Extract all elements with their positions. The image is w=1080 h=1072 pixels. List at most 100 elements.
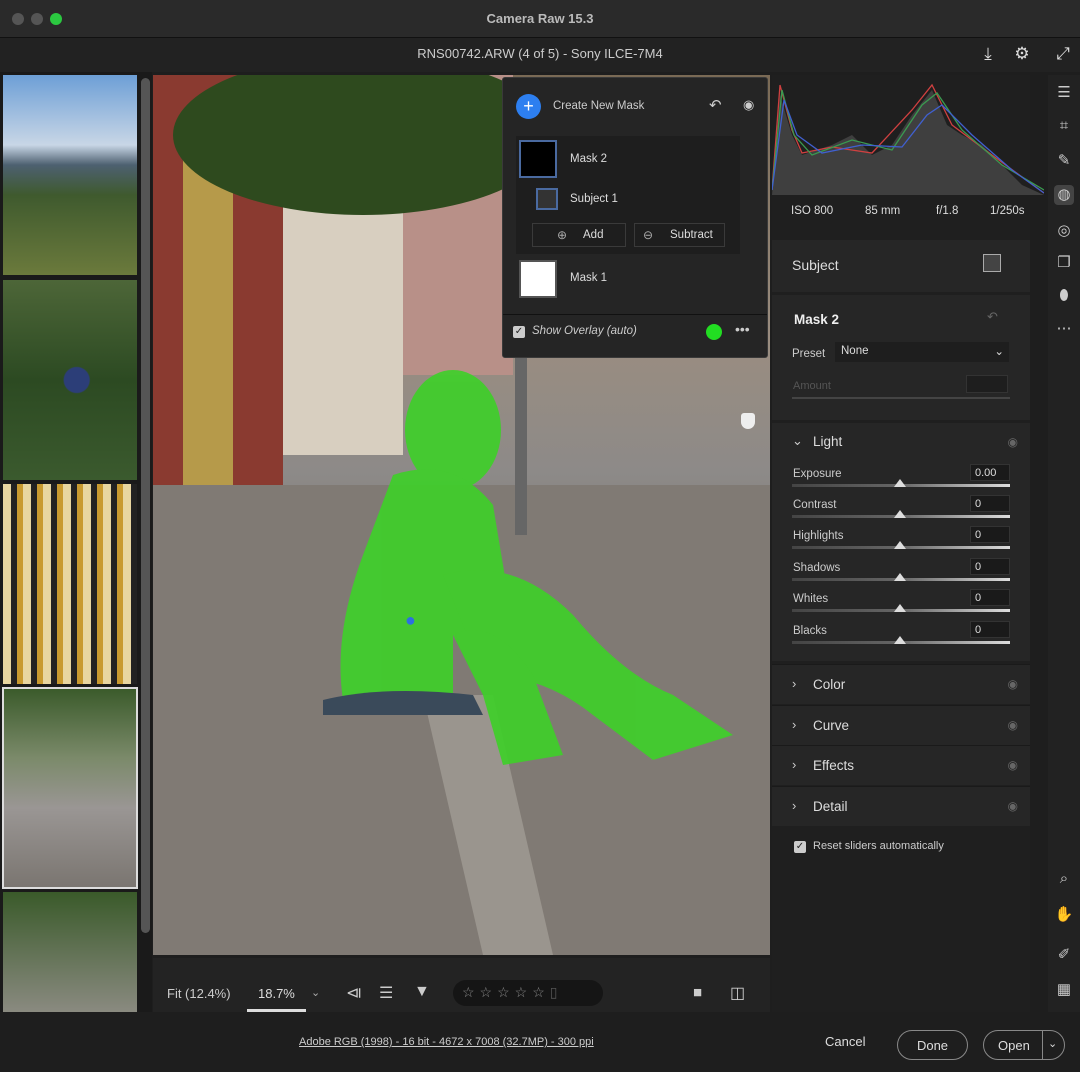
chevron-down-icon[interactable]: ⌄ xyxy=(792,433,803,449)
hand-icon[interactable]: ✋ xyxy=(1054,905,1074,925)
single-view-icon[interactable]: ■ xyxy=(693,984,702,1001)
filmstrip-thumb-1[interactable] xyxy=(3,75,137,275)
amount-slider xyxy=(792,397,1010,399)
curve-section[interactable]: › Curve ◉ xyxy=(772,705,1030,745)
preset-select[interactable]: None ⌄ xyxy=(835,342,1009,362)
slider-knob[interactable] xyxy=(894,479,906,487)
exif-shutter: 1/250s xyxy=(990,205,1025,217)
slider-value[interactable]: 0 xyxy=(970,495,1010,512)
star-rating[interactable]: ☆☆☆☆☆▯ xyxy=(453,980,603,1006)
zoom-level[interactable]: 18.7% xyxy=(258,986,295,1001)
filmstrip-thumb-2[interactable] xyxy=(3,280,137,480)
eye-icon[interactable]: ◉ xyxy=(1008,718,1018,732)
masks-panel: + Create New Mask ↶ ◉ Mask 2 Subject 1 ⊕… xyxy=(502,77,768,358)
reset-sliders-label: Reset sliders automatically xyxy=(813,840,944,852)
healing-icon[interactable]: ✎ xyxy=(1054,151,1074,171)
color-section[interactable]: › Color ◉ xyxy=(772,664,1030,704)
light-title[interactable]: Light xyxy=(813,434,842,449)
mask-2-group[interactable]: Mask 2 Subject 1 ⊕ Add ⊖ Subtract xyxy=(516,136,740,254)
mask-pin-icon[interactable] xyxy=(741,413,755,429)
subtract-button[interactable]: ⊖ Subtract xyxy=(634,223,725,247)
crop-icon[interactable]: ⌗ xyxy=(1054,117,1074,137)
slider-label: Whites xyxy=(793,593,829,605)
eye-icon[interactable]: ◉ xyxy=(743,97,754,113)
filmstrip-thumb-3[interactable] xyxy=(3,484,137,684)
eye-icon[interactable]: ◉ xyxy=(1008,435,1018,449)
open-dropdown-icon[interactable]: ⌄ xyxy=(1042,1031,1057,1059)
reset-mask-icon[interactable]: ↶ xyxy=(709,96,722,114)
masking-icon[interactable]: ◍ xyxy=(1054,185,1074,205)
filter-icon[interactable]: ▼ xyxy=(414,983,430,1001)
done-button[interactable]: Done xyxy=(897,1030,968,1060)
filmstrip-thumb-5[interactable] xyxy=(3,892,137,1012)
zoom-icon[interactable]: ⌕ xyxy=(1054,870,1074,890)
preset-label: Preset xyxy=(792,348,826,360)
create-new-mask-label[interactable]: Create New Mask xyxy=(553,100,644,112)
slider-knob[interactable] xyxy=(894,510,906,518)
highlights-slider[interactable]: Highlights 0 xyxy=(792,526,1010,561)
grid-icon[interactable]: ▦ xyxy=(1054,980,1074,1000)
sort-icon[interactable]: ☰ xyxy=(379,983,393,1003)
filmstrip-scrollbar[interactable] xyxy=(141,78,150,933)
whites-slider[interactable]: Whites 0 xyxy=(792,589,1010,624)
red-eye-icon[interactable]: ◎ xyxy=(1054,221,1074,241)
exif-aperture: f/1.8 xyxy=(936,205,959,217)
slider-value[interactable]: 0 xyxy=(970,526,1010,543)
open-label: Open xyxy=(998,1038,1030,1053)
add-label: Add xyxy=(583,229,604,241)
filmstrip-toggle-icon[interactable]: ⧏ xyxy=(346,983,362,1003)
reset-sliders-checkbox[interactable]: ✓ xyxy=(794,841,806,853)
subtract-label: Subtract xyxy=(670,229,713,241)
cancel-button[interactable]: Cancel xyxy=(825,1034,865,1049)
slider-knob[interactable] xyxy=(894,573,906,581)
mask-1-label[interactable]: Mask 1 xyxy=(570,272,607,284)
subject-pin-icon[interactable]: ● xyxy=(405,610,416,631)
overlay-color-swatch[interactable] xyxy=(706,324,722,340)
slider-knob[interactable] xyxy=(894,541,906,549)
subject-header: Subject xyxy=(772,240,1030,292)
open-button[interactable]: Open ⌄ xyxy=(983,1030,1065,1060)
detail-section[interactable]: › Detail ◉ xyxy=(772,786,1030,826)
gear-icon[interactable]: ⚙ xyxy=(1011,44,1033,66)
zoom-dropdown-icon[interactable]: ⌄ xyxy=(311,986,320,999)
slider-label: Blacks xyxy=(793,625,827,637)
slider-value[interactable]: 0 xyxy=(970,589,1010,606)
slider-value[interactable]: 0 xyxy=(970,558,1010,575)
edit-sliders-icon[interactable]: ☰ xyxy=(1054,83,1074,103)
subject-1-label[interactable]: Subject 1 xyxy=(570,193,618,205)
save-image-icon[interactable]: ⤓ xyxy=(977,44,999,66)
tool-strip: ☰ ⌗ ✎ ◍ ◎ ❐ ⬮ ⋯ ⌕ ✋ ✐ ▦ xyxy=(1048,75,1080,1012)
window-title: Camera Raw 15.3 xyxy=(486,11,594,26)
more-icon[interactable]: ⋯ xyxy=(1054,319,1074,339)
more-options-icon[interactable]: ••• xyxy=(735,321,750,337)
chevron-right-icon: › xyxy=(792,717,797,732)
show-overlay-checkbox[interactable]: ✓ xyxy=(513,326,525,338)
slider-label: Contrast xyxy=(793,499,837,511)
eye-icon[interactable]: ◉ xyxy=(1008,799,1018,813)
trash-icon[interactable]: ▯ xyxy=(550,984,563,1000)
slider-value[interactable]: 0 xyxy=(970,621,1010,638)
reset-icon[interactable]: ↶ xyxy=(987,309,998,325)
fullscreen-icon[interactable]: ⤢ xyxy=(1052,44,1074,66)
create-mask-button[interactable]: + xyxy=(516,94,541,119)
eye-icon[interactable]: ◉ xyxy=(1008,677,1018,691)
presets-icon[interactable]: ⬮ xyxy=(1054,287,1074,307)
before-after-icon[interactable]: ◫ xyxy=(730,983,745,1003)
slider-value[interactable]: 0.00 xyxy=(970,464,1010,481)
mask-1-thumbnail[interactable] xyxy=(519,260,557,298)
snapshots-icon[interactable]: ❐ xyxy=(1054,253,1074,273)
color-sampler-icon[interactable]: ✐ xyxy=(1054,945,1074,965)
effects-section[interactable]: › Effects ◉ xyxy=(772,745,1030,785)
invert-mask-icon[interactable] xyxy=(983,254,1001,272)
blacks-slider[interactable]: Blacks 0 xyxy=(792,621,1010,656)
mask-2-thumbnail xyxy=(519,140,557,178)
slider-knob[interactable] xyxy=(894,636,906,644)
filmstrip-thumb-4-selected[interactable] xyxy=(2,687,138,889)
workflow-options-link[interactable]: Adobe RGB (1998) - 16 bit - 4672 x 7008 … xyxy=(299,1036,594,1048)
slider-knob[interactable] xyxy=(894,604,906,612)
add-button[interactable]: ⊕ Add xyxy=(532,223,626,247)
eye-icon[interactable]: ◉ xyxy=(1008,758,1018,772)
chevron-right-icon: › xyxy=(792,676,797,691)
fit-zoom-button[interactable]: Fit (12.4%) xyxy=(167,986,231,1001)
file-bar: RNS00742.ARW (4 of 5) - Sony ILCE-7M4 ⤓ … xyxy=(0,38,1080,72)
